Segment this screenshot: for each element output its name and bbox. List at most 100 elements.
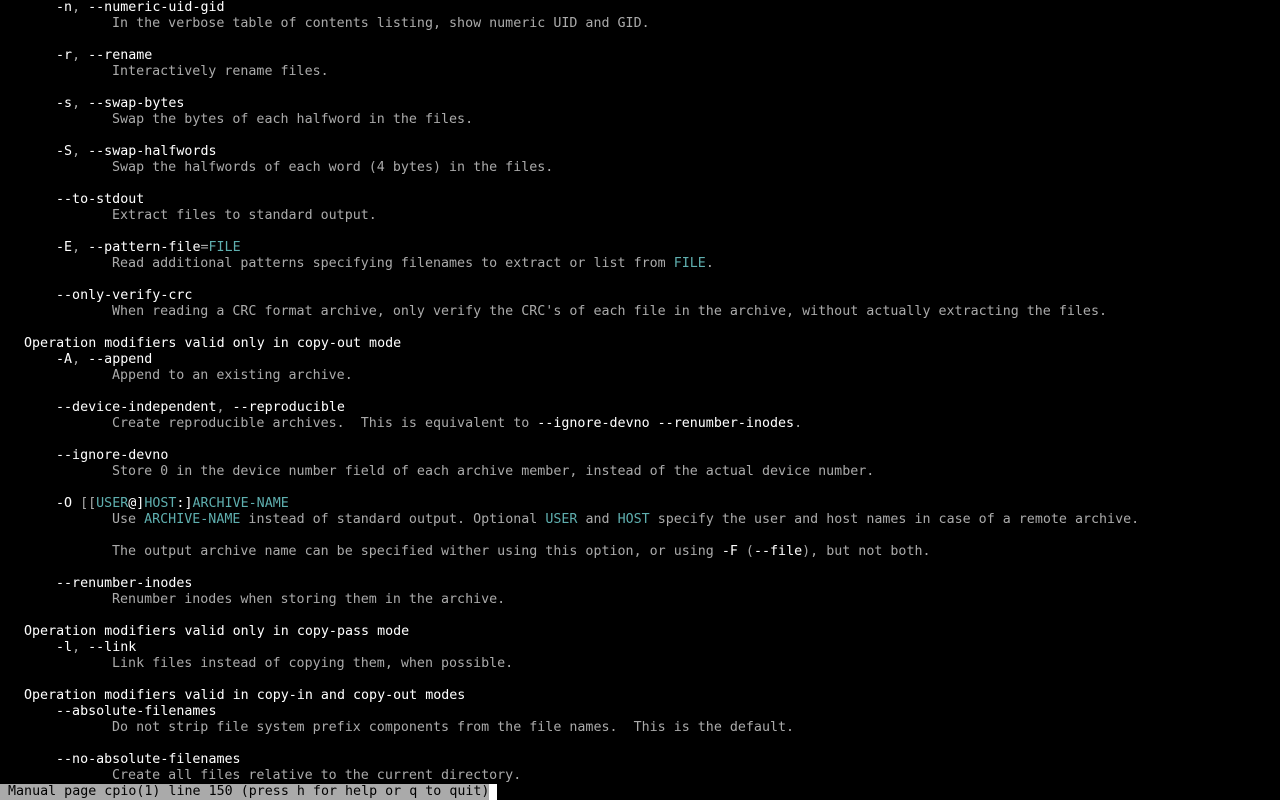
plain-text: The output archive name can be specified…: [112, 544, 722, 559]
plain-text: ), but not both.: [802, 544, 931, 559]
underlined-text: FILE: [208, 240, 241, 255]
bold-text: --no-absolute-filenames: [56, 752, 241, 767]
text-cursor: [489, 784, 497, 800]
plain-text: ,: [72, 0, 89, 15]
man-line: --renumber-inodes: [56, 576, 192, 592]
man-line: -l, --link: [56, 640, 136, 656]
man-line: Operation modifiers valid in copy-in and…: [24, 688, 465, 704]
man-line: Renumber inodes when storing them in the…: [112, 592, 505, 608]
plain-text: Renumber inodes when storing them in the…: [112, 592, 506, 607]
bold-text: --numeric-uid-gid: [88, 0, 225, 15]
plain-text: instead of standard output. Optional: [240, 512, 546, 527]
man-line: The output archive name can be specified…: [112, 544, 931, 560]
plain-text: =: [200, 240, 209, 255]
plain-text: Store 0 in the device number field of ea…: [112, 464, 875, 479]
underlined-text: ARCHIVE-NAME: [144, 512, 241, 527]
bold-text: -F: [721, 544, 738, 559]
bold-text: --absolute-filenames: [56, 704, 217, 719]
underlined-text: USER: [545, 512, 578, 527]
man-line: Interactively rename files.: [112, 64, 329, 80]
plain-text: Link files instead of copying them, when…: [112, 656, 514, 671]
bold-text: --pattern-file: [88, 240, 201, 255]
plain-text: ,: [72, 240, 89, 255]
underlined-text: FILE: [673, 256, 706, 271]
man-line: --absolute-filenames: [56, 704, 216, 720]
underlined-text: ARCHIVE-NAME: [192, 496, 289, 511]
plain-text: and: [577, 512, 618, 527]
plain-text: Create all files relative to the current…: [112, 768, 522, 783]
bold-text: --reproducible: [232, 400, 345, 415]
man-line: -s, --swap-bytes: [56, 96, 184, 112]
plain-text: specify the user and host names in case …: [649, 512, 1140, 527]
man-line: Read additional patterns specifying file…: [112, 256, 714, 272]
man-line: Swap the bytes of each halfword in the f…: [112, 112, 473, 128]
plain-text: ,: [72, 144, 89, 159]
bold-text: --swap-halfwords: [88, 144, 217, 159]
plain-text: .: [794, 416, 803, 431]
plain-text: ,: [72, 352, 89, 367]
man-line: Operation modifiers valid only in copy-p…: [24, 624, 409, 640]
bold-text: -S: [56, 144, 73, 159]
terminal-screen[interactable]: -n, --numeric-uid-gid In the verbose tabl…: [0, 0, 1280, 800]
bold-text: -l: [56, 640, 73, 655]
plain-text: When reading a CRC format archive, only …: [112, 304, 1108, 319]
plain-text: ,: [72, 640, 89, 655]
man-line: -S, --swap-halfwords: [56, 144, 217, 160]
bold-text: --ignore-devno --renumber-inodes: [537, 416, 795, 431]
bold-text: --to-stdout: [56, 192, 145, 207]
man-line: In the verbose table of contents listing…: [112, 16, 650, 32]
plain-text: Create reproducible archives. This is eq…: [112, 416, 538, 431]
man-line: --to-stdout: [56, 192, 144, 208]
bold-text: @]: [128, 496, 145, 511]
man-line: --ignore-devno: [56, 448, 168, 464]
bold-text: Operation modifiers valid only in copy-p…: [24, 624, 410, 639]
man-line: Link files instead of copying them, when…: [112, 656, 513, 672]
plain-text: Append to an existing archive.: [112, 368, 353, 383]
bold-text: --append: [88, 352, 153, 367]
plain-text: Interactively rename files.: [112, 64, 329, 79]
bold-text: :]: [176, 496, 193, 511]
plain-text: [[: [72, 496, 97, 511]
man-line: --only-verify-crc: [56, 288, 192, 304]
plain-text: Use: [112, 512, 145, 527]
underlined-text: HOST: [144, 496, 177, 511]
man-line: Do not strip file system prefix componen…: [112, 720, 794, 736]
plain-text: Swap the halfwords of each word (4 bytes…: [112, 160, 554, 175]
man-line: --no-absolute-filenames: [56, 752, 241, 768]
man-line: -n, --numeric-uid-gid: [56, 0, 225, 16]
pager-status-line: Manual page cpio(1) line 150 (press h fo…: [0, 784, 490, 800]
bold-text: --swap-bytes: [88, 96, 185, 111]
bold-text: --only-verify-crc: [56, 288, 193, 303]
man-line: Operation modifiers valid only in copy-o…: [24, 336, 401, 352]
plain-text: Do not strip file system prefix componen…: [112, 720, 795, 735]
bold-text: -O: [56, 496, 73, 511]
bold-text: --file: [753, 544, 803, 559]
bold-text: Operation modifiers valid in copy-in and…: [24, 688, 466, 703]
man-line: -O [[USER@]HOST:]ARCHIVE-NAME: [56, 496, 289, 512]
man-line: Create all files relative to the current…: [112, 768, 521, 784]
plain-text: (: [737, 544, 754, 559]
plain-text: Extract files to standard output.: [112, 208, 377, 223]
bold-text: -E: [56, 240, 73, 255]
underlined-text: USER: [96, 496, 129, 511]
bold-text: -n: [56, 0, 73, 15]
plain-text: .: [705, 256, 714, 271]
bold-text: --ignore-devno: [56, 448, 169, 463]
plain-text: ,: [216, 400, 233, 415]
bold-text: -A: [56, 352, 73, 367]
bold-text: Operation modifiers valid only in copy-o…: [24, 336, 402, 351]
bold-text: --device-independent: [56, 400, 217, 415]
man-line: --device-independent, --reproducible: [56, 400, 345, 416]
man-line: -E, --pattern-file=FILE: [56, 240, 241, 256]
man-line: Store 0 in the device number field of ea…: [112, 464, 874, 480]
plain-text: Read additional patterns specifying file…: [112, 256, 674, 271]
bold-text: -s: [56, 96, 73, 111]
man-line: Use ARCHIVE-NAME instead of standard out…: [112, 512, 1139, 528]
man-line: When reading a CRC format archive, only …: [112, 304, 1107, 320]
man-line: -A, --append: [56, 352, 152, 368]
bold-text: --link: [88, 640, 137, 655]
man-line: Create reproducible archives. This is eq…: [112, 416, 802, 432]
plain-text: In the verbose table of contents listing…: [112, 16, 650, 31]
man-line: -r, --rename: [56, 48, 152, 64]
man-line: Append to an existing archive.: [112, 368, 353, 384]
